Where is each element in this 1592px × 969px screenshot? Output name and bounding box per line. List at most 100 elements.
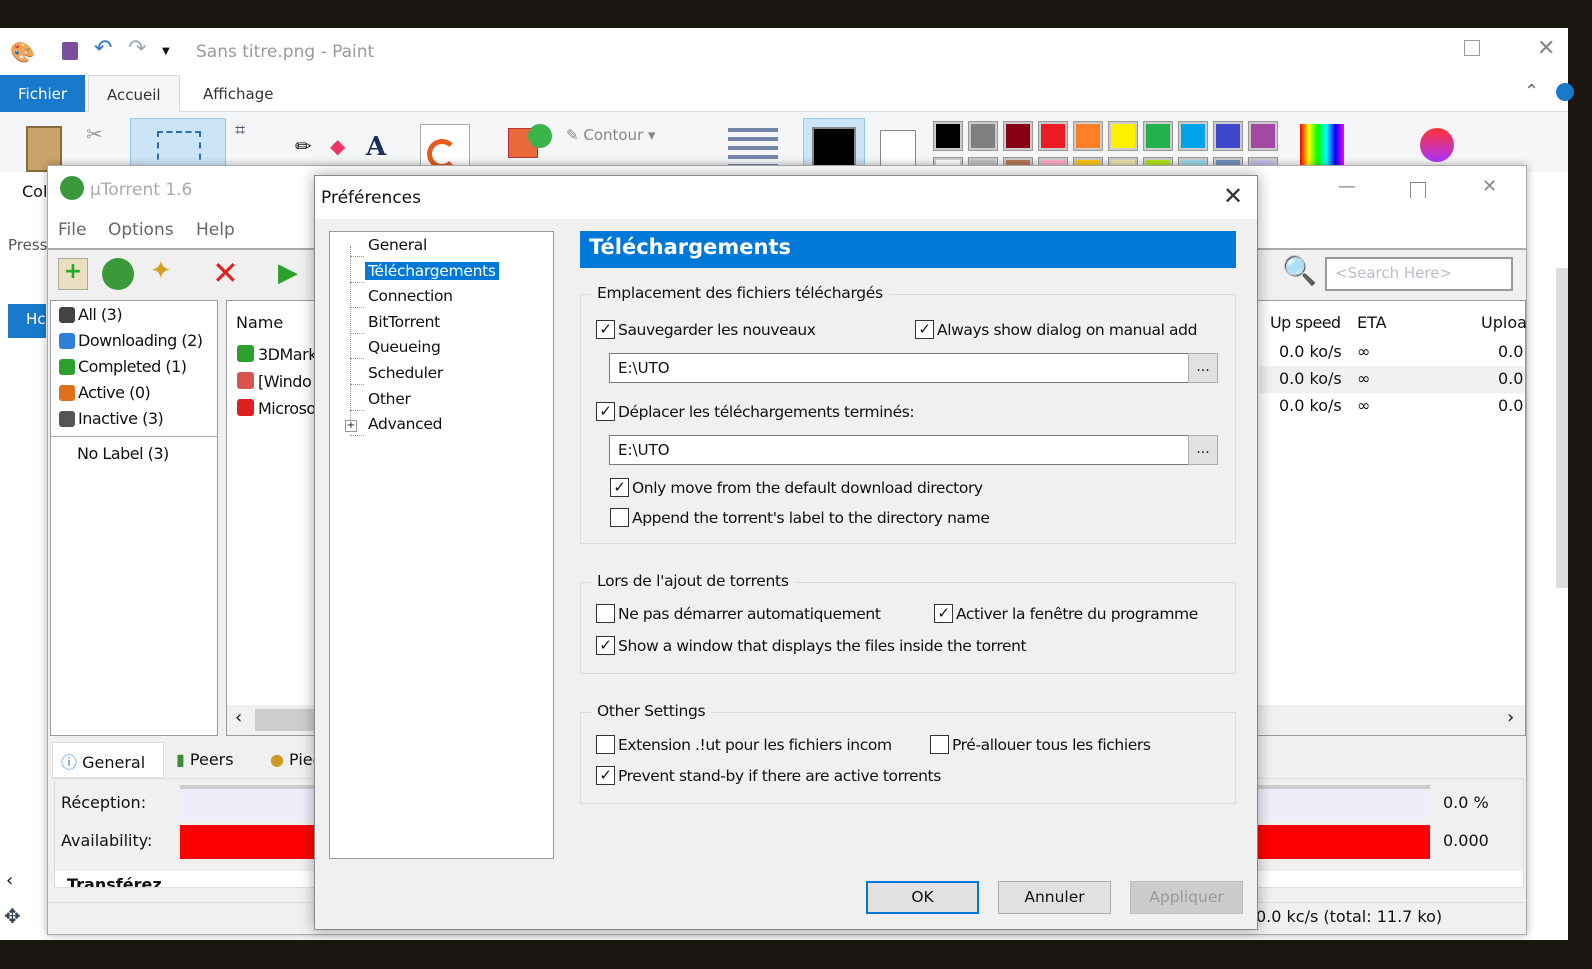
category-item[interactable]: Downloading (2) (59, 331, 203, 350)
palette-swatch[interactable] (1038, 121, 1068, 151)
tab-fichier[interactable]: Fichier (0, 75, 86, 112)
tree-item-other[interactable]: Other (368, 390, 411, 408)
only-move-checkbox[interactable]: ✓ Only move from the default download dir… (610, 478, 983, 497)
dialog-close-icon[interactable]: ✕ (1223, 182, 1243, 210)
extension-checkbox[interactable]: Extension .!ut pour les fichiers incom (596, 735, 892, 754)
move-completed-checkbox[interactable]: ✓ Déplacer les téléchargements terminés: (596, 402, 915, 421)
undo-icon[interactable]: ↶ (94, 36, 112, 61)
tab-affichage[interactable]: Affichage (185, 75, 291, 112)
table-row[interactable]: 0.0 ko/s ∞ 0.0 (1260, 393, 1525, 420)
help-icon[interactable] (1556, 83, 1574, 101)
reception-value: 0.0 % (1443, 793, 1489, 812)
category-item[interactable]: All (3) (59, 305, 123, 324)
paint3d-icon[interactable] (1420, 128, 1454, 162)
tab-peers[interactable]: ▮ Peers (168, 746, 258, 778)
activate-window-checkbox[interactable]: ✓ Activer la fenêtre du programme (934, 604, 1198, 623)
label-no-label[interactable]: No Label (3) (77, 444, 169, 463)
table-row[interactable]: 0.0 ko/s ∞ 0.0 (1260, 366, 1525, 393)
palette-swatch[interactable] (933, 121, 963, 151)
customize-qat-icon[interactable]: ▼ (162, 46, 170, 57)
tree-item-telechargements[interactable]: Téléchargements (365, 261, 499, 280)
palette-swatch[interactable] (1178, 121, 1208, 151)
tree-item-general[interactable]: General (368, 236, 427, 254)
cancel-button[interactable]: Annuler (998, 881, 1111, 914)
add-torrent-icon[interactable]: + (58, 258, 88, 290)
palette-swatch[interactable] (1248, 121, 1278, 151)
remove-icon[interactable]: ✕ (212, 254, 239, 292)
prevent-standby-checkbox[interactable]: ✓ Prevent stand-by if there are active to… (596, 766, 941, 785)
move-path-input[interactable]: E:\UTO (609, 435, 1189, 465)
paint-scroll-left[interactable]: ‹ (6, 870, 13, 891)
palette-swatch[interactable] (1003, 121, 1033, 151)
color2-button[interactable] (880, 130, 916, 170)
tab-accueil[interactable]: Accueil (88, 75, 180, 112)
redo-icon[interactable]: ↷ (128, 36, 146, 61)
expand-icon[interactable]: + (345, 420, 357, 432)
fill-icon[interactable]: ◆ (330, 134, 345, 158)
category-item[interactable]: Inactive (3) (59, 409, 164, 428)
always-show-dialog-checkbox[interactable]: ✓ Always show dialog on manual add (915, 320, 1197, 339)
create-torrent-icon[interactable]: ✦ (150, 256, 172, 286)
maximize-icon[interactable] (1410, 182, 1426, 198)
browse-path1-button[interactable]: ... (1188, 353, 1218, 383)
palette-swatch[interactable] (1213, 121, 1243, 151)
tree-item-bittorrent[interactable]: BitTorrent (368, 313, 440, 331)
maximize-icon[interactable] (1464, 40, 1480, 56)
contour-button[interactable]: ✎ Contour ▾ (566, 126, 656, 144)
show-files-window-checkbox[interactable]: ✓ Show a window that displays the files i… (596, 636, 1027, 655)
no-autostart-checkbox[interactable]: Ne pas démarrer automatiquement (596, 604, 881, 623)
category-item[interactable]: Completed (1) (59, 357, 187, 376)
tree-item-scheduler[interactable]: Scheduler (368, 364, 443, 382)
append-label-checkbox[interactable]: Append the torrent's label to the direct… (610, 508, 990, 527)
save-new-checkbox[interactable]: ✓ Sauvegarder les nouveaux (596, 320, 816, 339)
cut-icon[interactable]: ✂ (86, 122, 103, 146)
torrent-name[interactable]: 3DMark (237, 345, 317, 364)
palette-swatch[interactable] (1108, 121, 1138, 151)
torrent-name[interactable]: [Windo (237, 372, 317, 391)
menu-file[interactable]: File (58, 220, 86, 240)
pencil-icon[interactable]: ✏ (295, 134, 312, 158)
tree-connector (350, 435, 364, 437)
save-icon[interactable] (62, 42, 78, 60)
column-up-speed[interactable]: Up speed (1270, 313, 1341, 332)
minimize-icon[interactable]: — (1338, 176, 1356, 197)
close-icon[interactable]: ✕ (1537, 36, 1555, 61)
tree-item-advanced[interactable]: Advanced (368, 415, 442, 433)
palette-swatch[interactable] (1143, 121, 1173, 151)
column-upload[interactable]: Uploa (1481, 313, 1527, 332)
apply-button[interactable]: Appliquer (1130, 881, 1243, 914)
text-icon[interactable]: A (366, 132, 386, 162)
menu-options[interactable]: Options (108, 220, 174, 240)
crop-icon[interactable]: ⌗ (235, 120, 245, 141)
dialog-title: Préférences (321, 188, 421, 208)
tab-pieces[interactable]: ● Pieces (262, 746, 322, 778)
torrent-name[interactable]: Microso (237, 399, 317, 418)
size-icon[interactable] (728, 128, 778, 168)
table-row[interactable]: 0.0 ko/s ∞ 0.0 (1260, 339, 1525, 366)
tab-peers-label: Peers (189, 750, 234, 769)
palette-swatch[interactable] (1073, 121, 1103, 151)
menu-help[interactable]: Help (196, 220, 235, 240)
paint-vertical-scrollbar[interactable] (1556, 268, 1568, 588)
close-icon[interactable]: ✕ (1482, 176, 1497, 197)
edit-colors-icon[interactable] (1300, 124, 1344, 168)
category-item[interactable]: Active (0) (59, 383, 151, 402)
search-icon[interactable]: 🔍 (1282, 254, 1317, 287)
tree-item-queueing[interactable]: Queueing (368, 338, 441, 356)
tree-item-connection[interactable]: Connection (368, 287, 453, 305)
search-input[interactable]: <Search Here> (1325, 257, 1513, 291)
tab-general[interactable]: ⓘ General (52, 742, 164, 778)
preallocate-checkbox[interactable]: Pré-allouer tous les fichiers (930, 735, 1151, 754)
add-url-icon[interactable] (102, 258, 134, 290)
column-eta[interactable]: ETA (1357, 313, 1387, 332)
status-speed: 0.0 kc/s (total: 11.7 ko) (1256, 907, 1443, 926)
scroll-right-icon[interactable]: › (1507, 707, 1514, 728)
ok-button[interactable]: OK (866, 881, 979, 914)
start-icon[interactable]: ▶ (278, 258, 298, 288)
palette-swatch[interactable] (968, 121, 998, 151)
browse-path2-button[interactable]: ... (1188, 435, 1218, 465)
save-path-input[interactable]: E:\UTO (609, 353, 1189, 383)
collapse-ribbon-icon[interactable]: ⌃ (1524, 81, 1539, 102)
scroll-left-icon[interactable]: ‹ (235, 707, 242, 728)
column-name[interactable]: Name (236, 313, 283, 332)
